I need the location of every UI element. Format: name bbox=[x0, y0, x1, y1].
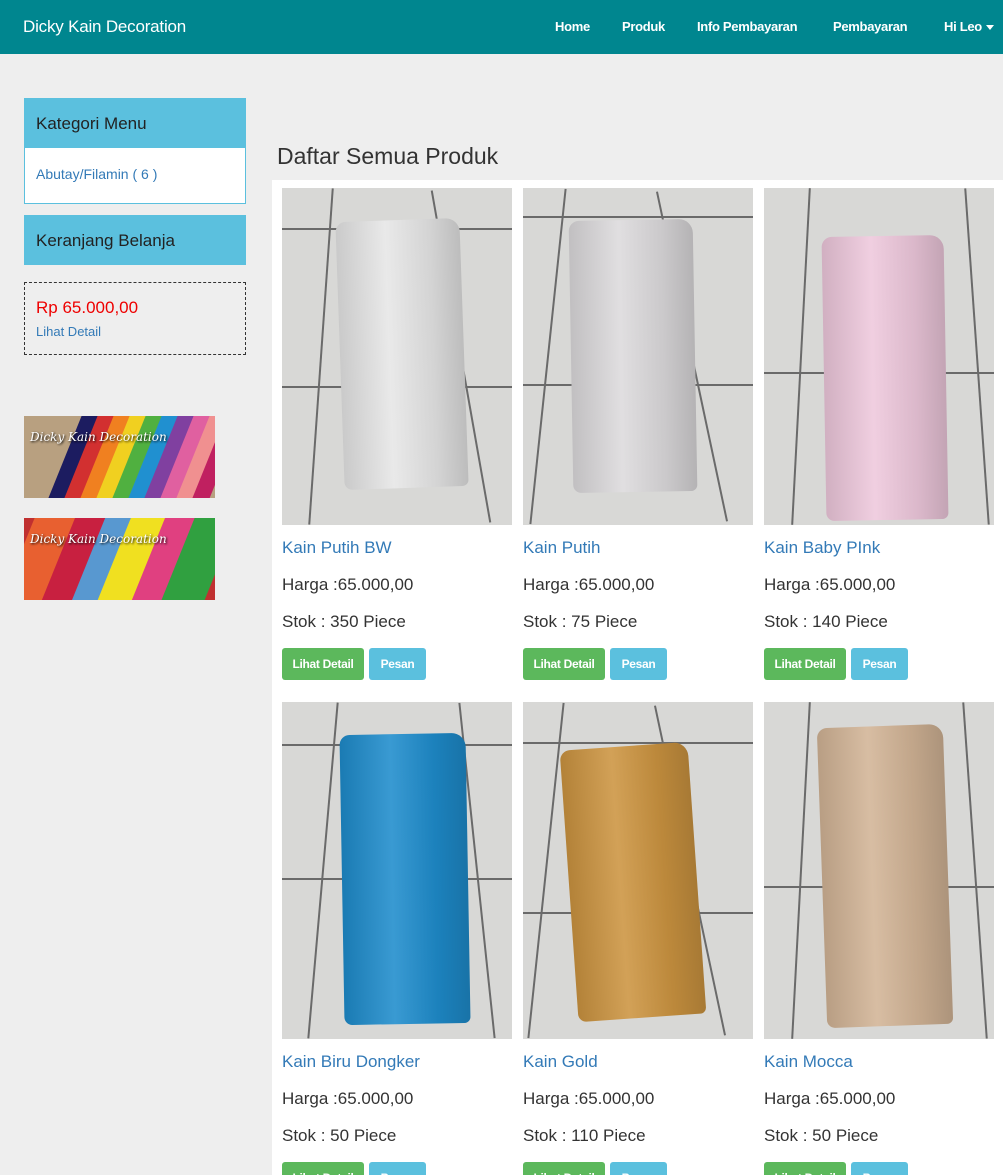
nav-produk[interactable]: Produk bbox=[622, 19, 665, 34]
category-link-abutay[interactable]: Abutay/Filamin ( 6 ) bbox=[36, 166, 157, 182]
cart-total: Rp 65.000,00 bbox=[36, 298, 139, 317]
product-photo[interactable] bbox=[764, 188, 994, 525]
fabric-swatch bbox=[816, 723, 954, 1029]
view-detail-button[interactable]: Lihat Detail bbox=[282, 1162, 364, 1175]
order-button[interactable]: Pesan bbox=[851, 1162, 908, 1175]
product-price: Harga :65.000,00 bbox=[282, 575, 414, 594]
product-card: Kain Biru Dongker Harga :65.000,00 Stok … bbox=[282, 702, 512, 1175]
product-grid: Kain Putih BW Harga :65.000,00 Stok : 35… bbox=[272, 180, 1003, 1175]
promo-banner-2: Dicky Kain Decoration bbox=[24, 518, 215, 600]
view-detail-button[interactable]: Lihat Detail bbox=[523, 648, 605, 680]
product-stock: Stok : 350 Piece bbox=[282, 612, 406, 631]
view-detail-button[interactable]: Lihat Detail bbox=[764, 1162, 846, 1175]
view-detail-button[interactable]: Lihat Detail bbox=[764, 648, 846, 680]
product-photo[interactable] bbox=[523, 188, 753, 525]
product-name[interactable]: Kain Putih BW bbox=[282, 538, 392, 558]
category-list: Abutay/Filamin ( 6 ) bbox=[24, 147, 246, 204]
user-greeting: Hi Leo bbox=[944, 19, 982, 34]
order-button[interactable]: Pesan bbox=[369, 648, 426, 680]
product-name[interactable]: Kain Baby PInk bbox=[764, 538, 880, 558]
cart-panel-heading: Keranjang Belanja bbox=[24, 215, 246, 265]
product-stock: Stok : 110 Piece bbox=[523, 1126, 646, 1145]
product-price: Harga :65.000,00 bbox=[523, 1089, 655, 1108]
nav-pembayaran[interactable]: Pembayaran bbox=[833, 19, 908, 34]
nav-user-menu[interactable]: Hi Leo bbox=[944, 19, 994, 34]
product-name[interactable]: Kain Biru Dongker bbox=[282, 1052, 420, 1072]
brand-link[interactable]: Dicky Kain Decoration bbox=[23, 17, 186, 37]
fabric-swatch bbox=[339, 732, 471, 1026]
product-name[interactable]: Kain Putih bbox=[523, 538, 601, 558]
view-detail-button[interactable]: Lihat Detail bbox=[282, 648, 364, 680]
product-card: Kain Putih Harga :65.000,00 Stok : 75 Pi… bbox=[523, 188, 753, 680]
top-navbar: Dicky Kain Decoration Home Produk Info P… bbox=[0, 0, 1003, 54]
cart-detail-link[interactable]: Lihat Detail bbox=[36, 324, 245, 339]
product-stock: Stok : 140 Piece bbox=[764, 612, 888, 631]
nav-home[interactable]: Home bbox=[555, 19, 590, 34]
product-stock: Stok : 50 Piece bbox=[764, 1126, 879, 1145]
nav-info-pembayaran[interactable]: Info Pembayaran bbox=[697, 19, 798, 34]
fabric-swatch bbox=[335, 217, 469, 491]
order-button[interactable]: Pesan bbox=[610, 1162, 667, 1175]
banner-logo-text: Dicky Kain Decoration bbox=[30, 532, 167, 546]
fabric-swatch bbox=[821, 234, 949, 522]
product-card: Kain Gold Harga :65.000,00 Stok : 110 Pi… bbox=[523, 702, 753, 1175]
product-card: Kain Mocca Harga :65.000,00 Stok : 50 Pi… bbox=[764, 702, 994, 1175]
fabric-swatch bbox=[568, 218, 698, 494]
product-stock: Stok : 75 Piece bbox=[523, 612, 638, 631]
banner-logo-text: Dicky Kain Decoration bbox=[30, 430, 167, 444]
promo-banner-1: Dicky Kain Decoration bbox=[24, 416, 215, 498]
product-name[interactable]: Kain Mocca bbox=[764, 1052, 853, 1072]
order-button[interactable]: Pesan bbox=[851, 648, 908, 680]
fabric-swatch bbox=[559, 741, 707, 1023]
product-price: Harga :65.000,00 bbox=[764, 575, 896, 594]
product-price: Harga :65.000,00 bbox=[764, 1089, 896, 1108]
product-photo[interactable] bbox=[764, 702, 994, 1039]
product-price: Harga :65.000,00 bbox=[282, 1089, 414, 1108]
product-name[interactable]: Kain Gold bbox=[523, 1052, 598, 1072]
page-title: Daftar Semua Produk bbox=[277, 143, 499, 169]
product-price: Harga :65.000,00 bbox=[523, 575, 655, 594]
caret-down-icon bbox=[985, 25, 994, 31]
order-button[interactable]: Pesan bbox=[610, 648, 667, 680]
order-button[interactable]: Pesan bbox=[369, 1162, 426, 1175]
product-photo[interactable] bbox=[282, 702, 512, 1039]
product-photo[interactable] bbox=[282, 188, 512, 525]
view-detail-button[interactable]: Lihat Detail bbox=[523, 1162, 605, 1175]
product-card: Kain Baby PInk Harga :65.000,00 Stok : 1… bbox=[764, 188, 994, 680]
product-photo[interactable] bbox=[523, 702, 753, 1039]
cart-summary: Rp 65.000,00 Lihat Detail bbox=[24, 282, 246, 355]
product-stock: Stok : 50 Piece bbox=[282, 1126, 397, 1145]
product-card: Kain Putih BW Harga :65.000,00 Stok : 35… bbox=[282, 188, 512, 680]
category-panel-heading: Kategori Menu bbox=[24, 98, 246, 148]
